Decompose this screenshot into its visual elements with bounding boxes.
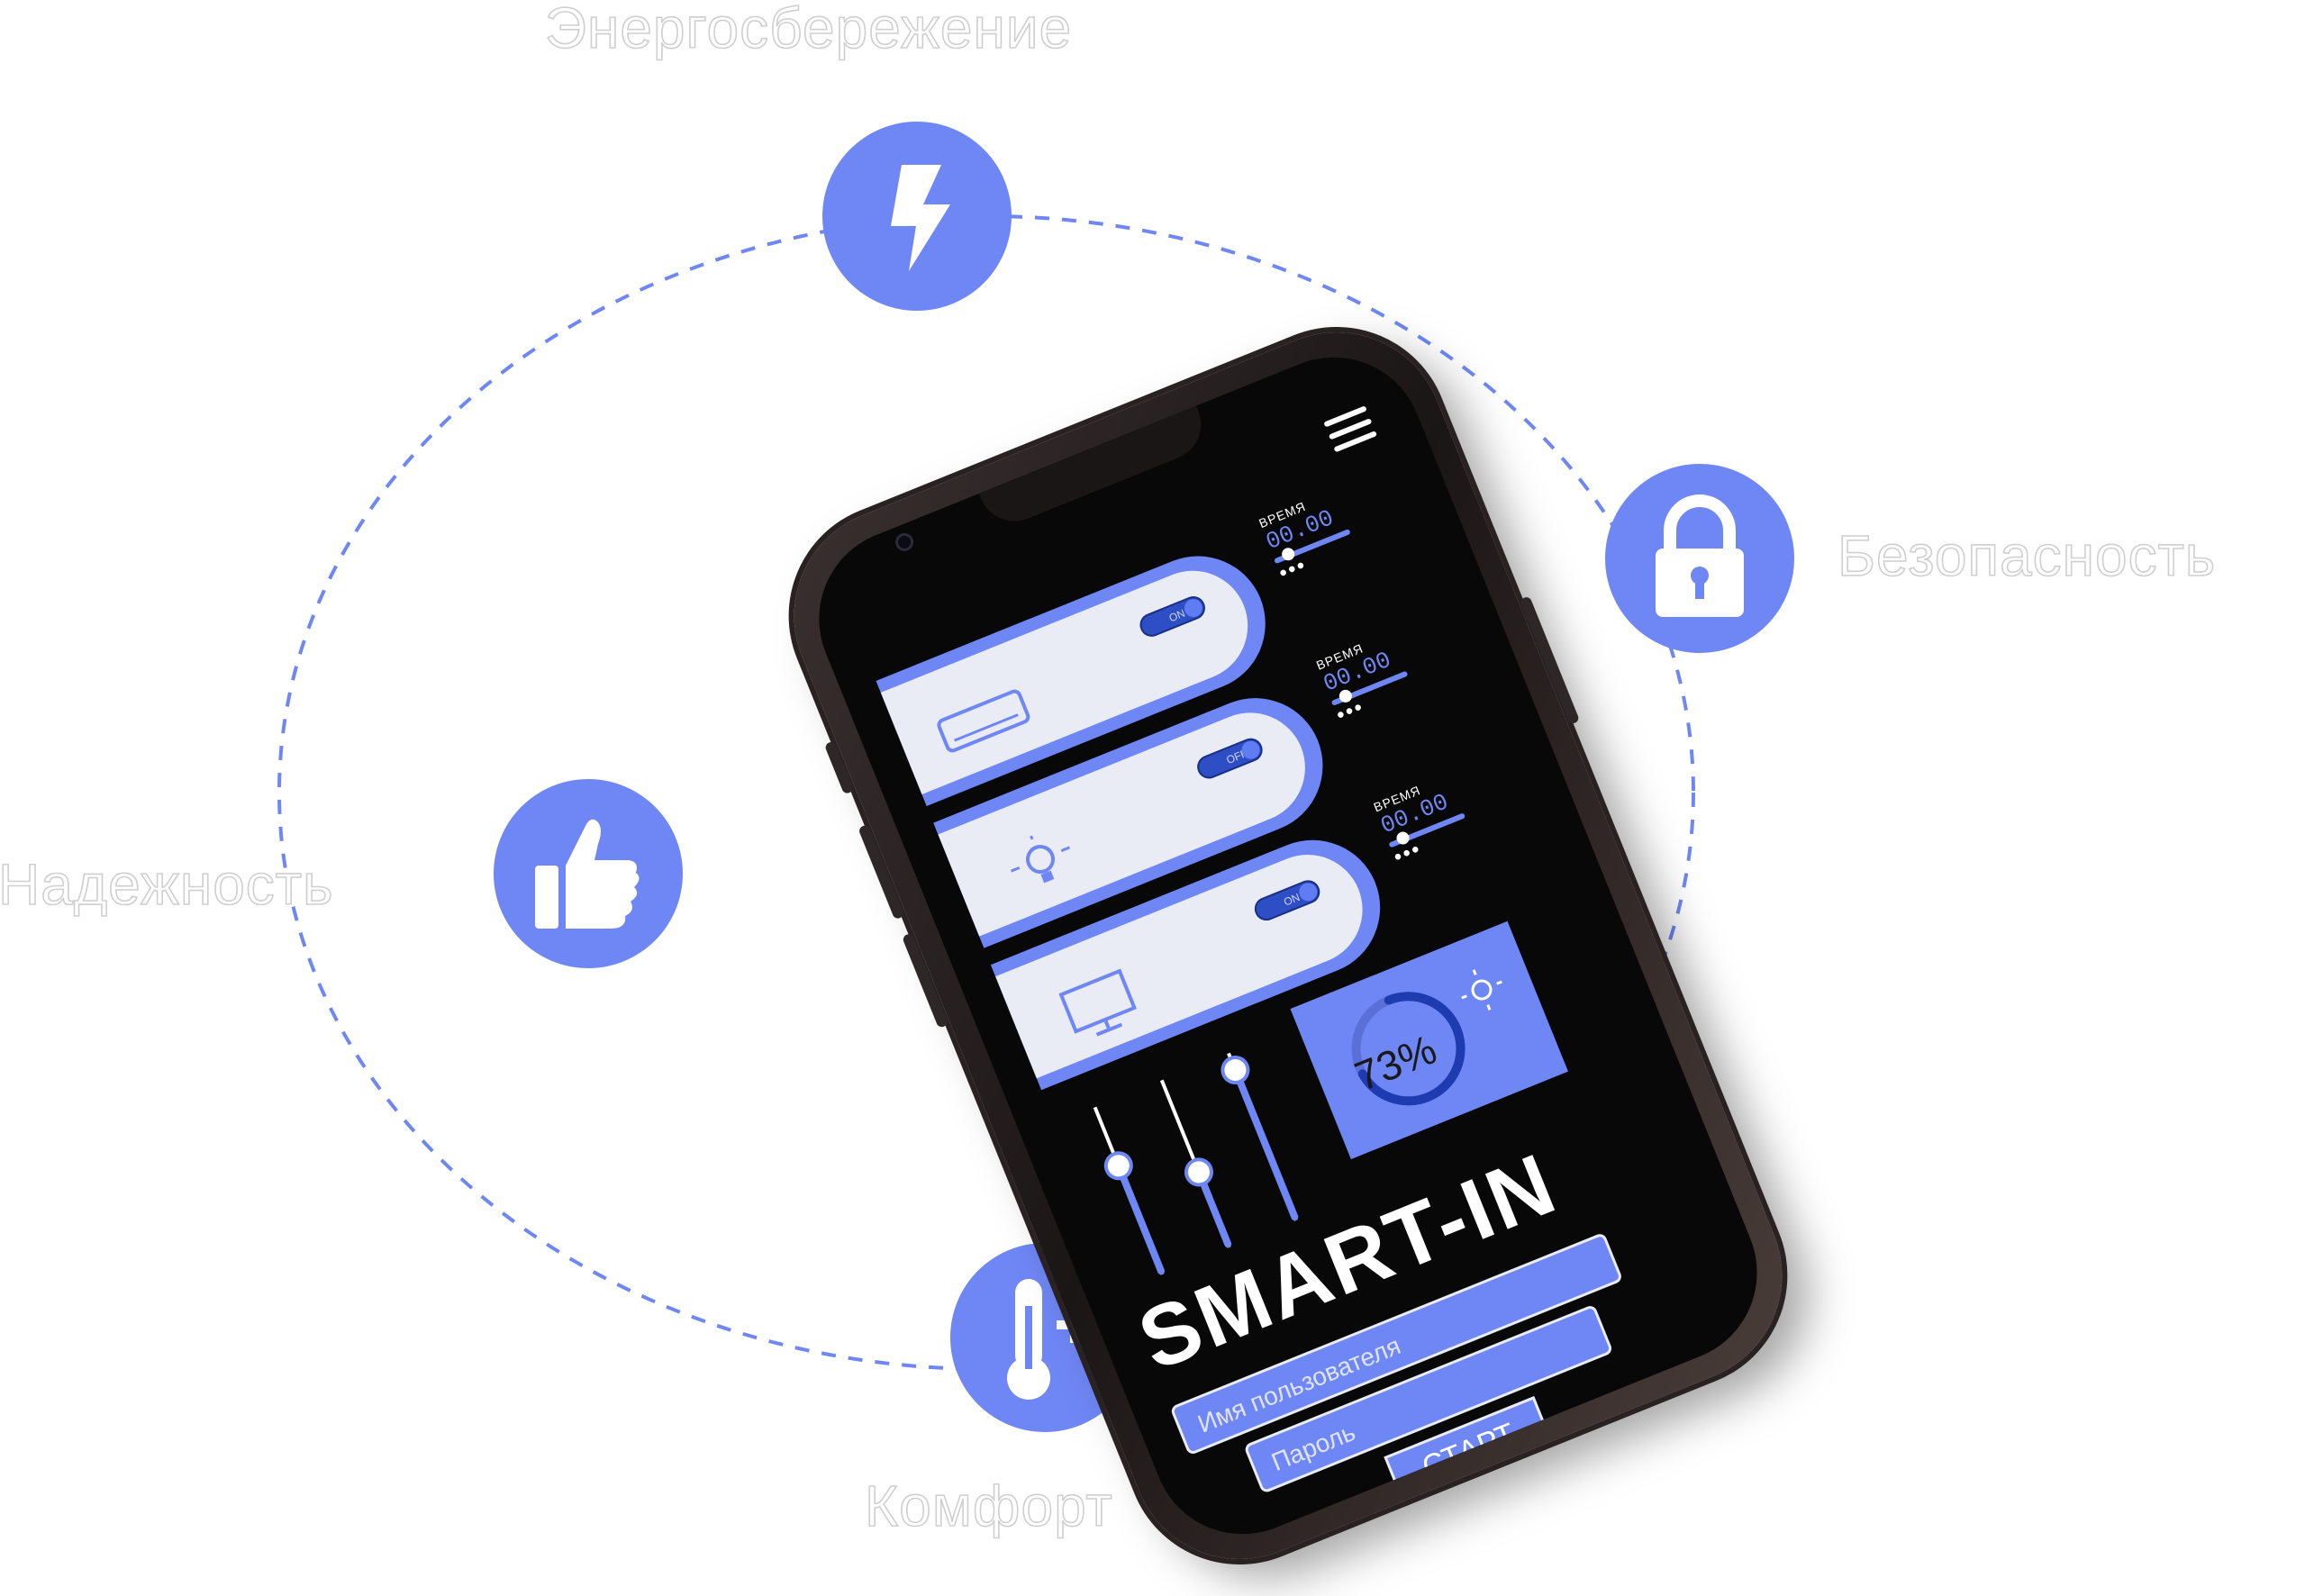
feature-label-security: Безопасность — [1837, 522, 2217, 589]
slider-handle[interactable] — [1099, 1147, 1138, 1185]
level-slider[interactable] — [1088, 1104, 1169, 1276]
monitor-icon — [1058, 968, 1138, 1037]
level-slider[interactable] — [1216, 1050, 1303, 1222]
device-toggle[interactable]: ON — [1250, 876, 1324, 924]
padlock-icon — [1656, 494, 1744, 617]
slider-handle[interactable] — [1180, 1153, 1218, 1192]
device-toggle[interactable]: OFF — [1193, 734, 1266, 783]
feature-security — [1605, 464, 1794, 653]
feature-label-energy: Энергосбережение — [544, 0, 1073, 61]
front-camera — [896, 533, 913, 551]
device-timer: ВРЕМЯ 00.00 ••• — [1372, 767, 1482, 870]
air-conditioner-icon — [937, 689, 1030, 753]
light-bulb-icon — [1011, 835, 1071, 884]
device-toggle[interactable]: ON — [1136, 593, 1209, 640]
thumbs-up-icon — [535, 819, 640, 929]
device-timer: ВРЕМЯ 00.00 ••• — [1257, 484, 1366, 585]
level-slider[interactable] — [1155, 1077, 1236, 1249]
hamburger-menu-icon[interactable] — [1323, 405, 1378, 453]
slider-handle[interactable] — [1216, 1051, 1255, 1089]
stage: Энергосбережение Безопасность Надежность… — [0, 0, 2323, 1592]
device-timer: ВРЕМЯ 00.00 ••• — [1314, 626, 1424, 728]
feature-label-reliability: Надежность — [0, 851, 334, 918]
sun-icon — [1461, 969, 1502, 1011]
feature-energy — [822, 122, 1012, 311]
feature-label-comfort: Комфорт — [864, 1473, 1113, 1539]
feature-reliability — [494, 779, 683, 968]
lightning-icon — [891, 165, 950, 271]
